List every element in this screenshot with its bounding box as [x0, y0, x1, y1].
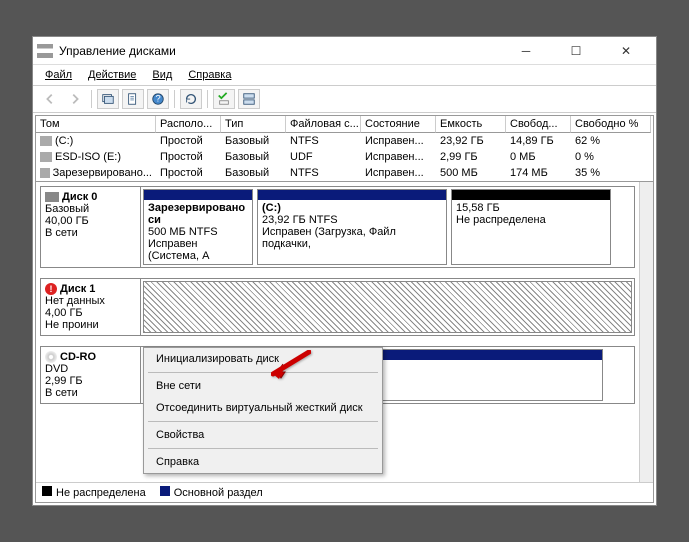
properties-button[interactable]: [122, 89, 144, 109]
pointer-arrow: [271, 350, 311, 383]
error-icon: !: [45, 283, 57, 295]
col-layout[interactable]: Располо...: [156, 116, 221, 133]
menu-file[interactable]: Файл: [39, 67, 78, 83]
disk-row: !Диск 1Нет данных4,00 ГБНе проини: [40, 278, 635, 336]
legend-primary: Основной раздел: [160, 486, 263, 499]
col-capacity[interactable]: Емкость: [436, 116, 506, 133]
disk-partitions: [141, 279, 634, 335]
col-fs[interactable]: Файловая с...: [286, 116, 361, 133]
volume-icon: [40, 152, 52, 162]
menu-offline[interactable]: Вне сети: [144, 375, 382, 397]
menu-initialize-disk[interactable]: Инициализировать диск: [144, 348, 382, 370]
disk-partitions: Зарезервировано си500 МБ NTFSИсправен (С…: [141, 187, 634, 267]
col-type[interactable]: Тип: [221, 116, 286, 133]
legend: Не распределена Основной раздел: [36, 482, 653, 502]
app-icon: [37, 44, 53, 58]
disk-header[interactable]: Диск 0Базовый40,00 ГБВ сети: [41, 187, 141, 267]
menu-properties[interactable]: Свойства: [144, 424, 382, 446]
close-button[interactable]: ✕: [608, 38, 644, 64]
col-status[interactable]: Состояние: [361, 116, 436, 133]
disk-row: Диск 0Базовый40,00 ГБВ сетиЗарезервирова…: [40, 186, 635, 268]
window-title: Управление дисками: [59, 44, 508, 58]
disk-icon: [45, 192, 59, 202]
volume-row[interactable]: Зарезервировано...ПростойБазовыйNTFSИспр…: [36, 165, 653, 181]
svg-text:?: ?: [155, 94, 160, 105]
legend-unallocated: Не распределена: [42, 486, 146, 499]
partition[interactable]: Зарезервировано си500 МБ NTFSИсправен (С…: [143, 189, 253, 265]
col-free[interactable]: Свобод...: [506, 116, 571, 133]
col-freepct[interactable]: Свободно %: [571, 116, 651, 133]
cd-icon: [45, 351, 57, 363]
partition[interactable]: 15,58 ГБНе распределена: [451, 189, 611, 265]
list-view-button[interactable]: [213, 89, 235, 109]
uninitialized-space[interactable]: [143, 281, 632, 333]
volume-icon: [40, 136, 52, 146]
back-button: [39, 89, 61, 109]
toolbar: ?: [33, 86, 656, 113]
partition[interactable]: (C:)23,92 ГБ NTFSИсправен (Загрузка, Фай…: [257, 189, 447, 265]
disk-header[interactable]: !Диск 1Нет данных4,00 ГБНе проини: [41, 279, 141, 335]
forward-button: [64, 89, 86, 109]
title-bar: Управление дисками ─ ☐ ✕: [33, 37, 656, 65]
help-toolbar-button[interactable]: ?: [147, 89, 169, 109]
volume-list-header: Том Располо... Тип Файловая с... Состоян…: [36, 116, 653, 133]
menu-help[interactable]: Справка: [182, 67, 237, 83]
menu-help[interactable]: Справка: [144, 451, 382, 473]
refresh-button[interactable]: [97, 89, 119, 109]
rescan-button[interactable]: [180, 89, 202, 109]
volume-row[interactable]: ESD-ISO (E:)ПростойБазовыйUDFИсправен...…: [36, 149, 653, 165]
context-menu: Инициализировать диск Вне сети Отсоедини…: [143, 347, 383, 474]
volume-list: Том Располо... Тип Файловая с... Состоян…: [36, 116, 653, 182]
maximize-button[interactable]: ☐: [558, 38, 594, 64]
menu-bar: Файл Действие Вид Справка: [33, 65, 656, 86]
menu-action[interactable]: Действие: [82, 67, 142, 83]
disk-management-window: Управление дисками ─ ☐ ✕ Файл Действие В…: [32, 36, 657, 506]
menu-view[interactable]: Вид: [146, 67, 178, 83]
volume-icon: [40, 168, 50, 178]
col-volume[interactable]: Том: [36, 116, 156, 133]
window-controls: ─ ☐ ✕: [508, 38, 652, 64]
volume-row[interactable]: (C:)ПростойБазовыйNTFSИсправен...23,92 Г…: [36, 133, 653, 149]
disk-header[interactable]: CD-RODVD2,99 ГБВ сети: [41, 347, 141, 403]
minimize-button[interactable]: ─: [508, 38, 544, 64]
graphical-view-button[interactable]: [238, 89, 260, 109]
menu-detach-vhd[interactable]: Отсоединить виртуальный жесткий диск: [144, 397, 382, 419]
scrollbar[interactable]: [639, 182, 653, 482]
